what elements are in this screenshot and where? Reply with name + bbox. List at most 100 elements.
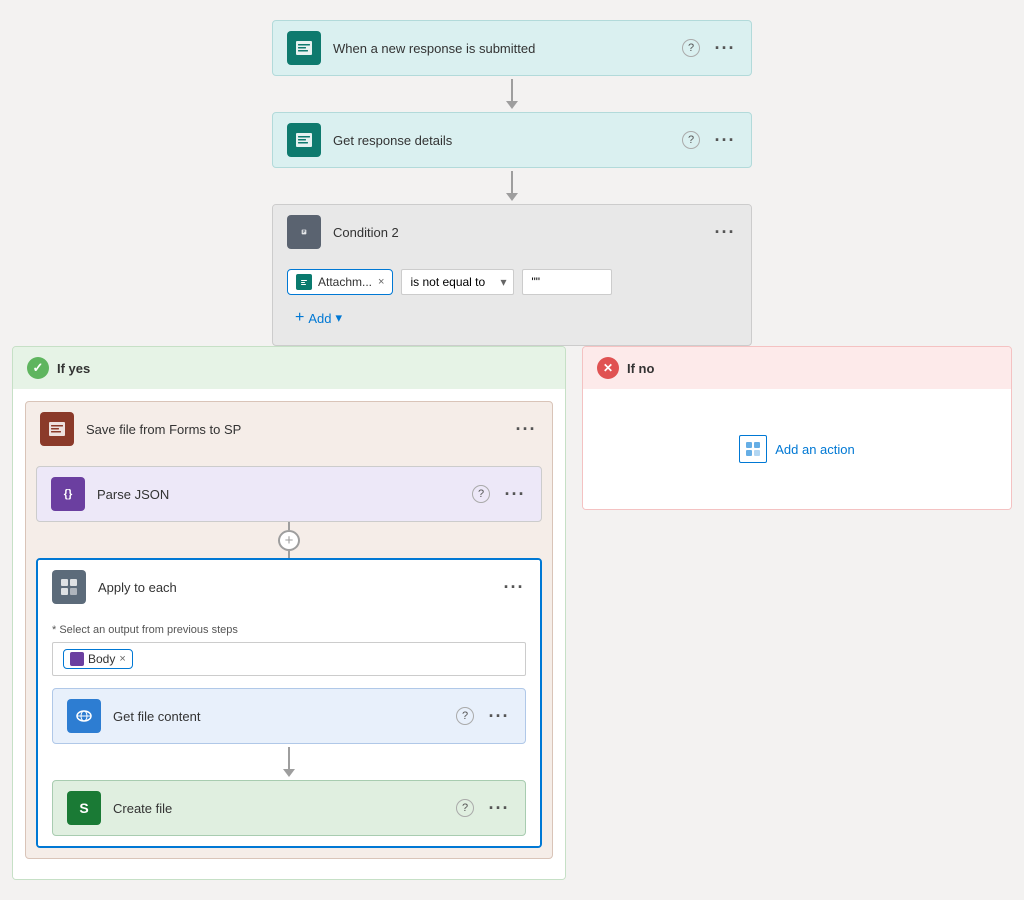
create-file-help-button[interactable]: ? [453,796,477,820]
parse-json-actions: ? ··· [469,482,527,506]
condition-header: Condition 2 ··· [273,205,751,259]
scope-save-file: Save file from Forms to SP ··· [25,401,553,859]
apply-to-each-block: Apply to each ··· * Select an output fro… [36,558,542,848]
help-icon-createfile: ? [456,799,474,817]
if-yes-branch: ✓ If yes [12,346,566,880]
arrow-head-inner [283,769,295,777]
step-when-new-response: When a new response is submitted ? ··· [272,20,752,76]
parse-json-help-button[interactable]: ? [469,482,493,506]
apply-each-more-button[interactable]: ··· [502,575,526,599]
if-no-body: Add an action [583,389,1011,509]
create-file-icon: S [67,791,101,825]
body-token-remove[interactable]: × [119,653,125,665]
scope-more-button[interactable]: ··· [514,417,538,441]
check-symbol: ✓ [33,360,44,376]
attachment-token-remove[interactable]: × [378,276,384,288]
arrow-head-2 [506,193,518,201]
get-file-label: Get file content [113,709,453,724]
get-file-help-button[interactable]: ? [453,704,477,728]
more-icon-condition: ··· [715,222,736,243]
parse-json-more-button[interactable]: ··· [503,482,527,506]
add-chevron-condition: ▾ [335,310,342,326]
add-action-label: Add an action [775,442,855,457]
plus-line-bottom [288,551,290,559]
forms-icon-1 [287,31,321,65]
help-icon-2: ? [682,131,700,149]
condition-block: Condition 2 ··· [272,204,752,346]
step2-actions: ? ··· [679,128,737,152]
more-icon-scope: ··· [516,419,537,440]
create-file-more-button[interactable]: ··· [487,796,511,820]
get-file-icon [67,699,101,733]
condition-label: Condition 2 [333,225,713,240]
condition-row: Attachm... × is not equal to [287,269,737,295]
apply-each-icon [52,570,86,604]
condition-add-button[interactable]: + Add ▾ [287,305,350,331]
condition-value-input[interactable] [522,269,612,295]
condition-operator-select[interactable]: is not equal to [401,269,514,295]
get-file-actions: ? ··· [453,704,511,728]
parse-json-icon: {} [51,477,85,511]
parse-json-step: {} Parse JSON ? ··· [36,466,542,522]
if-yes-label: If yes [57,361,90,376]
split-row: ✓ If yes [12,346,1012,880]
condition-actions: ··· [713,220,737,244]
arrow-1 [506,76,518,112]
get-file-step: Get file content ? ··· [52,688,526,744]
if-no-header: ✕ If no [583,347,1011,389]
step2-more-button[interactable]: ··· [713,128,737,152]
add-action-icon [739,435,767,463]
if-no-branch: ✕ If no Add an [582,346,1012,510]
condition-operator-wrapper: is not equal to [401,269,514,295]
apply-each-actions: ··· [502,575,526,599]
step2-label: Get response details [333,133,679,148]
more-icon-apply: ··· [504,577,525,598]
body-token-text: Body [88,652,115,666]
apply-each-header: Apply to each ··· [38,560,540,614]
arrow-line-inner [288,747,290,769]
get-file-wrapper: Get file content ? ··· [52,688,526,744]
more-icon-getfile: ··· [489,706,510,727]
step1-actions: ? ··· [679,36,737,60]
step-get-response-details: Get response details ? ··· [272,112,752,168]
step1-help-button[interactable]: ? [679,36,703,60]
arrow-2 [506,168,518,204]
step2-help-button[interactable]: ? [679,128,703,152]
body-token-icon [70,652,84,666]
scope-label: Save file from Forms to SP [86,422,514,437]
more-icon-1: ··· [715,38,736,59]
step1-more-button[interactable]: ··· [713,36,737,60]
more-icon-createfile: ··· [489,798,510,819]
add-action-button[interactable]: Add an action [595,415,999,483]
if-yes-body: Save file from Forms to SP ··· [13,389,565,879]
check-icon: ✓ [27,357,49,379]
add-icon-condition: + [295,309,304,327]
help-icon-getfile: ? [456,707,474,725]
select-output-label: * Select an output from previous steps [52,624,526,636]
condition-body: Attachm... × is not equal to + Add ▾ [273,259,751,345]
arrow-head-1 [506,101,518,109]
token-icon-attachment [296,274,312,290]
apply-each-label: Apply to each [98,580,502,595]
arrow-line-1 [511,79,513,101]
attachment-token[interactable]: Attachm... × [287,269,393,295]
create-file-step: S Create file ? [52,780,526,836]
scope-body: {} Parse JSON ? ··· [26,456,552,858]
create-file-symbol: S [79,800,88,816]
scope-actions: ··· [514,417,538,441]
create-file-row: S Create file ? [53,781,525,835]
condition-icon [287,215,321,249]
help-icon-1: ? [682,39,700,57]
arrow-inner [52,744,526,780]
plus-button[interactable]: + [278,530,300,551]
get-file-more-button[interactable]: ··· [487,704,511,728]
condition-more-button[interactable]: ··· [713,220,737,244]
output-input-box[interactable]: Body × [52,642,526,676]
plus-line-top [288,522,290,530]
plus-connector-1: + [36,522,542,558]
get-file-row: Get file content ? ··· [53,689,525,743]
arrow-line-2 [511,171,513,193]
if-yes-header: ✓ If yes [13,347,565,389]
parse-json-row: {} Parse JSON ? ··· [37,467,541,521]
more-icon-2: ··· [715,130,736,151]
